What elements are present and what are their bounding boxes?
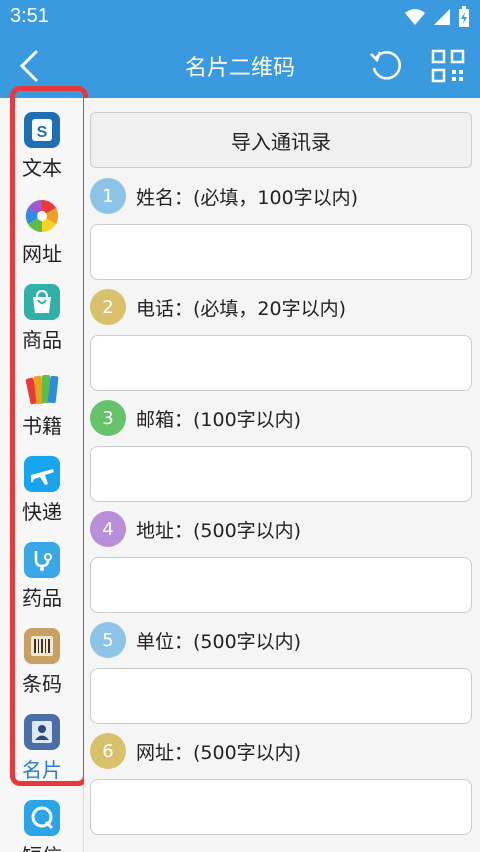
- field-email: 3 邮箱：(100字以内): [90, 398, 472, 502]
- signal-icon: [434, 9, 450, 25]
- refresh-icon[interactable]: [368, 48, 404, 84]
- sidebar-highlight-box: [10, 86, 88, 786]
- phone-input[interactable]: [90, 335, 472, 391]
- status-icons: [404, 6, 470, 28]
- field-label: 姓名：(必填，100字以内): [136, 186, 359, 209]
- sidebar-item-sms[interactable]: 短信: [12, 794, 72, 852]
- wifi-icon: [405, 9, 425, 25]
- status-bar: 3:51: [0, 0, 480, 34]
- field-label: 网址：(500字以内): [136, 741, 302, 764]
- step-badge: 6: [90, 733, 126, 769]
- step-badge: 2: [90, 289, 126, 325]
- field-label: 地址：(500字以内): [136, 519, 302, 542]
- field-phone: 2 电话：(必填，20字以内): [90, 287, 472, 391]
- battery-icon: [459, 6, 469, 27]
- address-input[interactable]: [90, 557, 472, 613]
- field-website: 6 网址：(500字以内): [90, 731, 472, 835]
- import-contacts-button[interactable]: 导入通讯录: [90, 112, 472, 168]
- field-name: 1 姓名：(必填，100字以内): [90, 176, 472, 280]
- field-label: 单位：(500字以内): [136, 630, 302, 653]
- status-time: 3:51: [10, 5, 49, 27]
- step-badge: 5: [90, 622, 126, 658]
- step-badge: 3: [90, 400, 126, 436]
- field-address: 4 地址：(500字以内): [90, 509, 472, 613]
- website-input[interactable]: [90, 779, 472, 835]
- page-title: 名片二维码: [184, 56, 295, 81]
- company-input[interactable]: [90, 668, 472, 724]
- email-input[interactable]: [90, 446, 472, 502]
- name-input[interactable]: [90, 224, 472, 280]
- field-label: 邮箱：(100字以内): [136, 408, 302, 431]
- field-company: 5 单位：(500字以内): [90, 620, 472, 724]
- qr-code-icon[interactable]: [430, 48, 466, 84]
- step-badge: 4: [90, 511, 126, 547]
- sms-icon: [24, 800, 60, 836]
- step-badge: 1: [90, 178, 126, 214]
- field-label: 电话：(必填，20字以内): [136, 297, 347, 320]
- form-panel: 导入通讯录 1 姓名：(必填，100字以内) 2 电话：(必填，20字以内) 3…: [84, 98, 480, 852]
